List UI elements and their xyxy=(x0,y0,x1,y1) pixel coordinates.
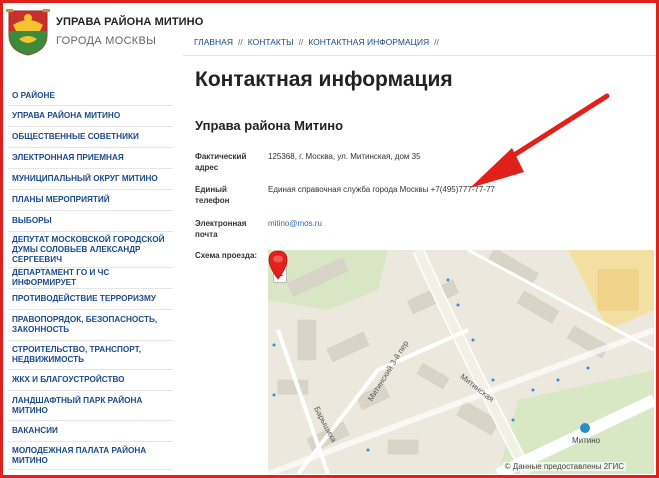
sidebar-item-go-chs[interactable]: ДЕПАРТАМЕНТ ГО И ЧС ИНФОРМИРУЕТ xyxy=(8,268,173,289)
email-link[interactable]: mitino@mos.ru xyxy=(268,218,322,229)
page-title: Контактная информация xyxy=(195,68,453,91)
address-value: 125368, г. Москва, ул. Митинская, дом 35 xyxy=(268,152,421,161)
map-credit[interactable]: © Данные предоставлены 2ГИС xyxy=(502,462,626,471)
sidebar-item-label: ВЫБОРЫ xyxy=(12,216,52,225)
breadcrumb-separator: // xyxy=(298,37,304,47)
address-label: Фактический адрес xyxy=(195,152,247,172)
sidebar-item-label: ПРАВОПОРЯДОК, БЕЗОПАСНОСТЬ, ЗАКОННОСТЬ xyxy=(12,315,158,334)
sidebar-item-municipal[interactable]: МУНИЦИПАЛЬНЫЙ ОКРУГ МИТИНО xyxy=(8,169,173,190)
sidebar-item-e-reception[interactable]: ЭЛЕКТРОННАЯ ПРИЕМНАЯ xyxy=(8,148,173,169)
breadcrumb: ГЛАВНАЯ // КОНТАКТЫ // КОНТАКТНАЯ ИНФОРМАЦИЯ… xyxy=(194,37,444,47)
breadcrumb-contact-info[interactable]: КОНТАКТНАЯ ИНФОРМАЦИЯ xyxy=(308,37,429,47)
sidebar-item-law[interactable]: ПРАВОПОРЯДОК, БЕЗОПАСНОСТЬ, ЗАКОННОСТЬ xyxy=(8,310,173,341)
sidebar-item-housing[interactable]: ЖКХ И БЛАГОУСТРОЙСТВО xyxy=(8,370,173,391)
sidebar-item-park[interactable]: ЛАНДШАФТНЫЙ ПАРК РАЙОНА МИТИНО xyxy=(8,391,173,421)
sidebar-item-label: ДЕПУТАТ МОСКОВСКОЙ ГОРОДСКОЙ ДУМЫ СОЛОВЬ… xyxy=(12,234,165,264)
sidebar-item-events[interactable]: ПЛАНЫ МЕРОПРИЯТИЙ xyxy=(8,190,173,211)
map-label: Схема проезда: xyxy=(195,251,258,260)
coat-of-arms-logo[interactable] xyxy=(5,5,51,57)
sidebar-item-label: ЭЛЕКТРОННАЯ ПРИЕМНАЯ xyxy=(12,153,124,162)
site-title[interactable]: УПРАВА РАЙОНА МИТИНО xyxy=(56,16,203,28)
breadcrumb-separator: // xyxy=(238,37,243,47)
sidebar-item-elections[interactable]: ВЫБОРЫ xyxy=(8,211,173,232)
sidebar-item-label: СТРОИТЕЛЬСТВО, ТРАНСПОРТ, НЕДВИЖИМОСТЬ xyxy=(12,345,142,364)
sidebar-item-uprava[interactable]: УПРАВА РАЙОНА МИТИНО xyxy=(8,106,173,127)
breadcrumb-divider xyxy=(183,55,659,56)
breadcrumb-separator: // xyxy=(434,37,439,47)
breadcrumb-home[interactable]: ГЛАВНАЯ xyxy=(194,37,233,47)
sidebar-item-label: ЖКХ И БЛАГОУСТРОЙСТВО xyxy=(12,375,125,384)
org-title: Управа района Митино xyxy=(195,118,344,133)
location-pin-icon[interactable] xyxy=(268,250,288,280)
sidebar-item-construction[interactable]: СТРОИТЕЛЬСТВО, ТРАНСПОРТ, НЕДВИЖИМОСТЬ xyxy=(8,341,173,370)
metro-station-icon[interactable] xyxy=(580,423,590,433)
site-subtitle[interactable]: ГОРОДА МОСКВЫ xyxy=(56,35,156,47)
sidebar-item-label: МУНИЦИПАЛЬНЫЙ ОКРУГ МИТИНО xyxy=(12,174,158,183)
annotation-arrow-icon xyxy=(470,93,610,188)
sidebar-item-anti-terror[interactable]: ПРОТИВОДЕЙСТВИЕ ТЕРРОРИЗМУ xyxy=(8,289,173,310)
sidebar-nav: О РАЙОНЕ УПРАВА РАЙОНА МИТИНО ОБЩЕСТВЕНН… xyxy=(8,86,173,470)
sidebar-item-vacancies[interactable]: ВАКАНСИИ xyxy=(8,421,173,442)
location-map[interactable]: + − Митинская Митинский 3-й пер Барышиха… xyxy=(268,250,654,474)
sidebar-item-label: МОЛОДЕЖНАЯ ПАЛАТА РАЙОНА МИТИНО xyxy=(12,445,147,465)
sidebar-item-about[interactable]: О РАЙОНЕ xyxy=(8,86,173,106)
sidebar-item-label: ОБЩЕСТВЕННЫЕ СОВЕТНИКИ xyxy=(12,132,139,141)
email-label: Электронная почта xyxy=(195,219,247,239)
phone-label: Единый телефон xyxy=(195,185,230,205)
sidebar-item-label: ПРОТИВОДЕЙСТВИЕ ТЕРРОРИЗМУ xyxy=(12,294,156,303)
sidebar-item-youth[interactable]: МОЛОДЕЖНАЯ ПАЛАТА РАЙОНА МИТИНО xyxy=(8,442,173,470)
sidebar-item-label: УПРАВА РАЙОНА МИТИНО xyxy=(12,111,121,120)
sidebar-item-label: ВАКАНСИИ xyxy=(12,426,58,435)
sidebar-item-label: ДЕПАРТАМЕНТ ГО И ЧС ИНФОРМИРУЕТ xyxy=(12,268,110,287)
sidebar-item-label: О РАЙОНЕ xyxy=(12,90,55,100)
breadcrumb-contacts[interactable]: КОНТАКТЫ xyxy=(248,37,294,47)
sidebar-item-label: ПЛАНЫ МЕРОПРИЯТИЙ xyxy=(12,195,110,204)
metro-station-label: Митино xyxy=(572,436,601,445)
sidebar-item-label: ЛАНДШАФТНЫЙ ПАРК РАЙОНА МИТИНО xyxy=(12,395,143,415)
sidebar-item-advisers[interactable]: ОБЩЕСТВЕННЫЕ СОВЕТНИКИ xyxy=(8,127,173,148)
sidebar-item-deputy[interactable]: ДЕПУТАТ МОСКОВСКОЙ ГОРОДСКОЙ ДУМЫ СОЛОВЬ… xyxy=(8,232,173,268)
